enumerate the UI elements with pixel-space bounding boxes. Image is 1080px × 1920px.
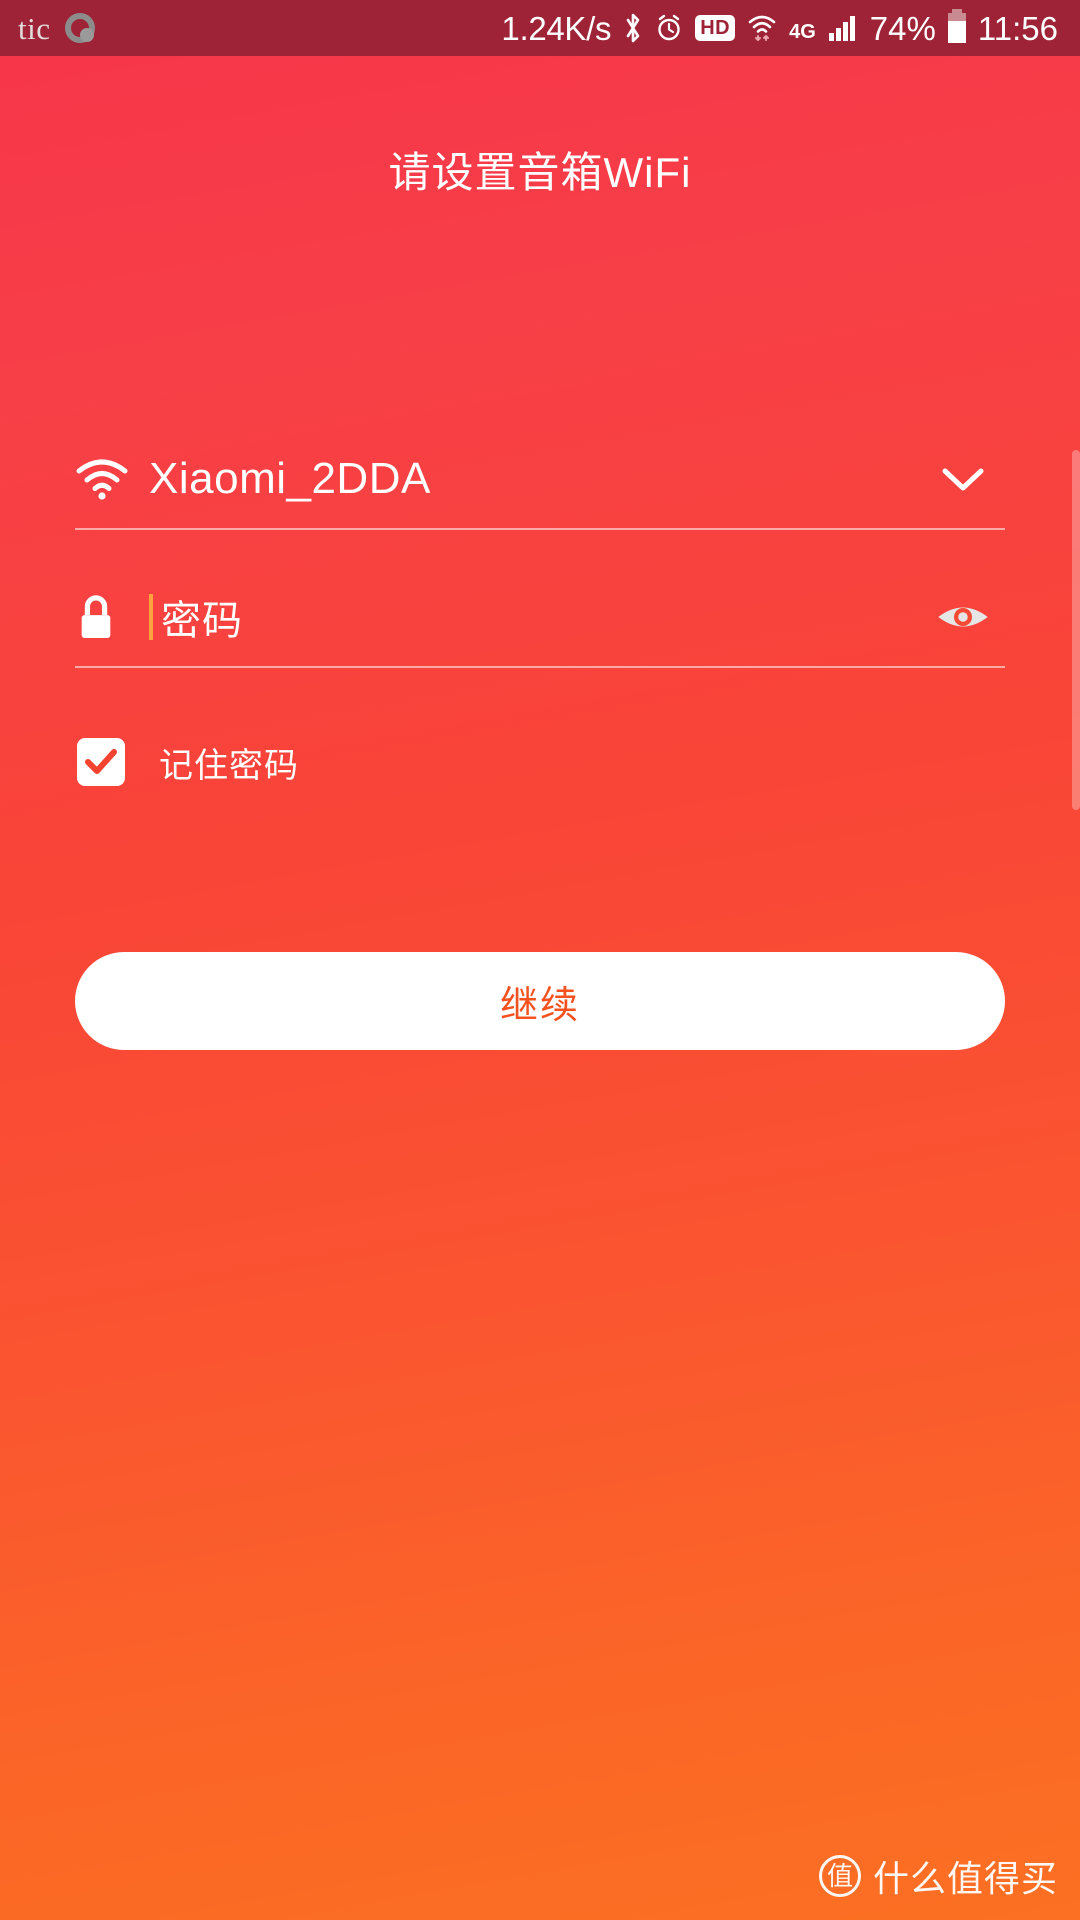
remember-password-checkbox[interactable] — [77, 738, 125, 786]
page-title: 请设置音箱WiFi — [388, 149, 692, 196]
tic-circle-logo-icon — [64, 13, 95, 43]
network-speed-label: 1.24K/s — [501, 9, 612, 47]
ssid-field-row[interactable]: Xiaomi_2DDA — [75, 430, 1005, 530]
text-caret — [149, 594, 153, 640]
battery-icon — [947, 9, 966, 43]
status-bar: tic 1.24K/s HD 4G 74% 11:56 — [0, 0, 1080, 56]
status-bar-left: tic — [18, 13, 95, 44]
watermark-logo-icon: 值 — [818, 1855, 861, 1897]
bluetooth-icon — [623, 12, 643, 44]
wifi-icon — [747, 13, 777, 43]
chevron-down-icon[interactable] — [921, 437, 1005, 521]
cellular-signal-icon — [828, 15, 858, 41]
network-type-label: 4G — [789, 20, 816, 43]
lock-icon — [75, 592, 149, 642]
status-bar-right: 1.24K/s HD 4G 74% 11:56 — [501, 9, 1058, 47]
password-field-row[interactable]: 密码 — [75, 568, 1005, 668]
battery-percent-label: 74% — [869, 9, 936, 47]
eye-icon[interactable] — [921, 575, 1005, 659]
continue-button[interactable]: 继续 — [75, 952, 1005, 1050]
watermark-text: 什么值得买 — [872, 1858, 1058, 1899]
alarm-clock-icon — [655, 14, 683, 42]
continue-button-label: 继续 — [499, 984, 580, 1027]
clock-label: 11:56 — [977, 9, 1058, 47]
remember-password-row[interactable]: 记住密码 — [75, 730, 1005, 794]
carrier-label: tic — [18, 10, 51, 46]
wifi-icon — [75, 457, 149, 501]
hd-voice-badge: HD — [695, 15, 736, 41]
scrollbar[interactable] — [1072, 450, 1080, 810]
ssid-value-wrapper: Xiaomi_2DDA — [149, 454, 921, 504]
check-icon — [85, 749, 117, 774]
phone-screen: tic 1.24K/s HD 4G 74% 11:56 请设置音箱WiFi Xi… — [0, 0, 1080, 1920]
password-placeholder: 密码 — [161, 599, 243, 643]
remember-password-label: 记住密码 — [159, 746, 299, 785]
field-spacer — [75, 530, 1005, 568]
ssid-value: Xiaomi_2DDA — [149, 454, 431, 503]
watermark: 值 什么值得买 — [818, 1850, 1058, 1902]
password-input-wrapper[interactable]: 密码 — [149, 588, 921, 646]
wifi-setup-form: Xiaomi_2DDA 密码 记住密码 — [75, 430, 1005, 794]
